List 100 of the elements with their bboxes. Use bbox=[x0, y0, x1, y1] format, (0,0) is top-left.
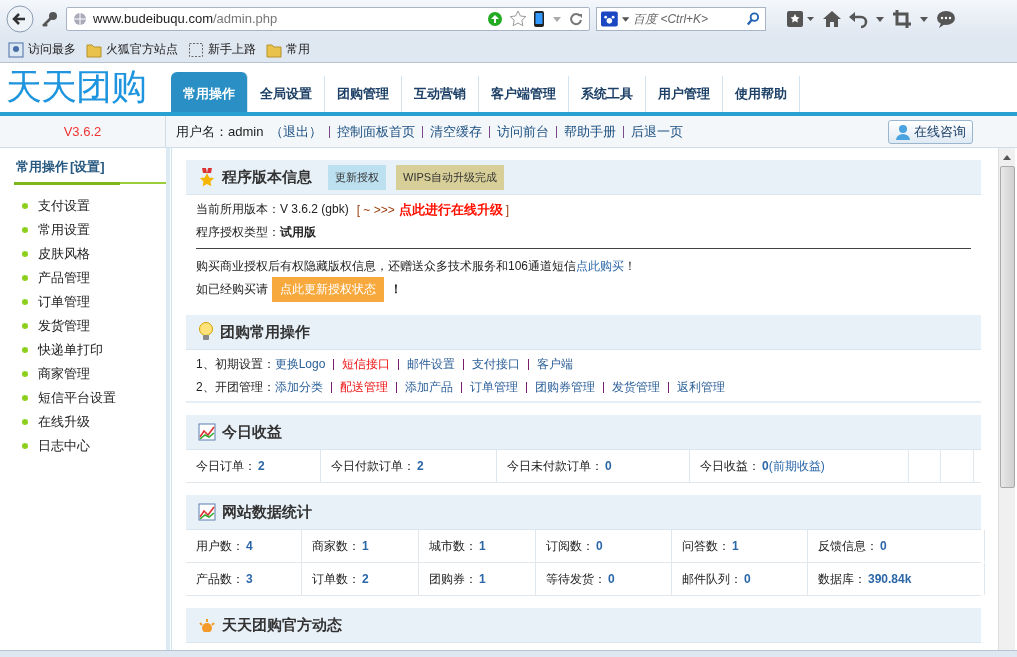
action-link[interactable]: 支付接口 bbox=[472, 356, 521, 373]
sidebar-item[interactable]: 快递单打印 bbox=[38, 341, 103, 359]
exclamation-text: ！ bbox=[624, 258, 637, 275]
bookmark[interactable]: 新手上路 bbox=[188, 41, 256, 58]
sidebar-item[interactable]: 发货管理 bbox=[38, 317, 90, 335]
action-link[interactable]: 邮件设置 bbox=[407, 356, 456, 373]
action-link[interactable]: 添加产品 bbox=[404, 379, 453, 396]
action-link[interactable]: 客户端 bbox=[537, 356, 574, 373]
bookmark[interactable]: 常用 bbox=[266, 41, 310, 58]
nav-link[interactable]: 帮助手册 bbox=[564, 122, 617, 141]
nav-tab[interactable]: 常用操作 bbox=[171, 72, 248, 112]
bookmark[interactable]: 访问最多 bbox=[8, 41, 76, 58]
bracket-text: ] bbox=[505, 202, 510, 217]
chart-icon bbox=[198, 423, 216, 441]
stat-cell: 今日订单： 2 bbox=[186, 450, 321, 482]
chart-icon bbox=[198, 503, 216, 521]
bullet-icon bbox=[22, 227, 28, 233]
bullet-icon bbox=[22, 347, 28, 353]
row-label: 2、开团管理： bbox=[196, 379, 275, 396]
search-input[interactable]: 百度 <Ctrl+K> bbox=[633, 11, 744, 26]
search-field[interactable]: 百度 <Ctrl+K> bbox=[596, 6, 766, 31]
star-icon[interactable] bbox=[509, 9, 527, 28]
bookmarks-icon[interactable] bbox=[786, 8, 816, 29]
sidebar-item[interactable]: 常用设置 bbox=[38, 221, 90, 239]
settings-link[interactable]: [设置] bbox=[70, 159, 105, 174]
version-label: V3.6.2 bbox=[0, 116, 166, 147]
sidebar-item[interactable]: 商家管理 bbox=[38, 365, 90, 383]
medal-icon bbox=[198, 167, 216, 187]
username-label: 用户名：admin bbox=[176, 122, 264, 141]
paw-icon[interactable] bbox=[601, 10, 618, 27]
license-value: 试用版 bbox=[280, 224, 316, 241]
action-link[interactable]: 发货管理 bbox=[611, 379, 660, 396]
nav-link[interactable]: 清空缓存 bbox=[430, 122, 483, 141]
nav-link[interactable]: 控制面板首页 bbox=[337, 122, 416, 141]
action-link[interactable]: 团购券管理 bbox=[534, 379, 595, 396]
panel-title: 网站数据统计 bbox=[222, 502, 312, 522]
scroll-thumb[interactable] bbox=[999, 166, 1015, 488]
sidebar-item[interactable]: 订单管理 bbox=[38, 293, 90, 311]
crop-icon[interactable] bbox=[892, 8, 912, 29]
stat-cell: 商家数： 1 bbox=[302, 530, 419, 562]
history-link[interactable]: (前期收益) bbox=[768, 457, 825, 475]
panel-title: 程序版本信息 bbox=[222, 167, 312, 187]
stat-cell: 订阅数： 0 bbox=[536, 530, 672, 562]
url-text: www.budeibuqu.com/admin.php bbox=[93, 11, 278, 26]
lightbulb-icon bbox=[198, 322, 214, 342]
sidebar-item[interactable]: 产品管理 bbox=[38, 269, 90, 287]
stat-cell: 订单数： 2 bbox=[302, 563, 419, 595]
bullet-icon bbox=[22, 275, 28, 281]
action-link[interactable]: 短信接口 bbox=[342, 356, 391, 373]
person-icon bbox=[895, 123, 911, 140]
scroll-up-icon[interactable] bbox=[1002, 153, 1012, 161]
scrollbar[interactable] bbox=[998, 148, 1015, 650]
stat-cell: 城市数： 1 bbox=[419, 530, 536, 562]
stat-cell: 反馈信息： 0 bbox=[808, 530, 985, 562]
action-link[interactable]: 订单管理 bbox=[469, 379, 518, 396]
action-link[interactable]: 更换Logo bbox=[274, 356, 326, 373]
nav-link[interactable]: 后退一页 bbox=[631, 122, 684, 141]
action-link[interactable]: 返利管理 bbox=[676, 379, 725, 396]
phone-icon[interactable] bbox=[533, 9, 545, 28]
sidebar-item[interactable]: 日志中心 bbox=[38, 437, 90, 455]
sidebar-item[interactable]: 支付设置 bbox=[38, 197, 90, 215]
consult-button[interactable]: 在线咨询 bbox=[888, 119, 973, 144]
panel-title: 今日收益 bbox=[222, 422, 282, 442]
stat-cell: 产品数： 3 bbox=[186, 563, 302, 595]
stat-cell: 邮件队列： 0 bbox=[672, 563, 808, 595]
nav-link[interactable]: 访问前台 bbox=[497, 122, 550, 141]
go-icon[interactable] bbox=[487, 10, 503, 27]
bullet-icon bbox=[22, 323, 28, 329]
bullet-icon bbox=[22, 395, 28, 401]
version-info-text: 当前所用版本：V 3.6.2 (gbk) bbox=[196, 201, 349, 218]
action-link[interactable]: 配送管理 bbox=[339, 379, 388, 396]
header-button[interactable]: WIPS自动升级完成 bbox=[396, 164, 505, 190]
panel-title: 天天团购官方动态 bbox=[222, 615, 342, 635]
address-field[interactable]: www.budeibuqu.com/admin.php bbox=[66, 6, 590, 31]
home-icon[interactable] bbox=[822, 8, 842, 29]
folder-icon bbox=[86, 41, 102, 58]
logout-link[interactable]: （退出） bbox=[270, 122, 323, 141]
action-link[interactable]: 添加分类 bbox=[274, 379, 323, 396]
sidebar-item[interactable]: 皮肤风格 bbox=[38, 245, 90, 263]
sidebar-item[interactable]: 在线升级 bbox=[38, 413, 90, 431]
panel-title: 团购常用操作 bbox=[220, 322, 310, 342]
header-button[interactable]: 更新授权 bbox=[328, 164, 386, 190]
promo-text: 购买商业授权后有权隐藏版权信息，还赠送众多技术服务和106通道短信 bbox=[196, 258, 577, 275]
sidebar-title: 常用操作 bbox=[16, 159, 68, 174]
bookmark[interactable]: 火狐官方站点 bbox=[86, 41, 178, 58]
bracket-text: [ ~ >>> bbox=[356, 202, 395, 217]
bullet-icon bbox=[22, 419, 28, 425]
chat-icon[interactable] bbox=[936, 8, 956, 29]
search-icon[interactable] bbox=[746, 10, 761, 27]
stat-cell: 等待发货： 0 bbox=[536, 563, 672, 595]
buy-link[interactable]: 点此购买 bbox=[576, 258, 625, 275]
globe-icon bbox=[73, 11, 87, 26]
bullet-icon bbox=[22, 203, 28, 209]
back-icon[interactable] bbox=[6, 4, 34, 33]
stat-cell: 今日付款订单： 2 bbox=[321, 450, 497, 482]
upgrade-link[interactable]: 点此进行在线升级 bbox=[398, 200, 503, 219]
stat-cell: 今日收益： 0(前期收益) bbox=[690, 450, 909, 482]
reload-icon[interactable] bbox=[569, 11, 583, 26]
sidebar-item[interactable]: 短信平台设置 bbox=[38, 389, 116, 407]
bullet-icon bbox=[22, 299, 28, 305]
